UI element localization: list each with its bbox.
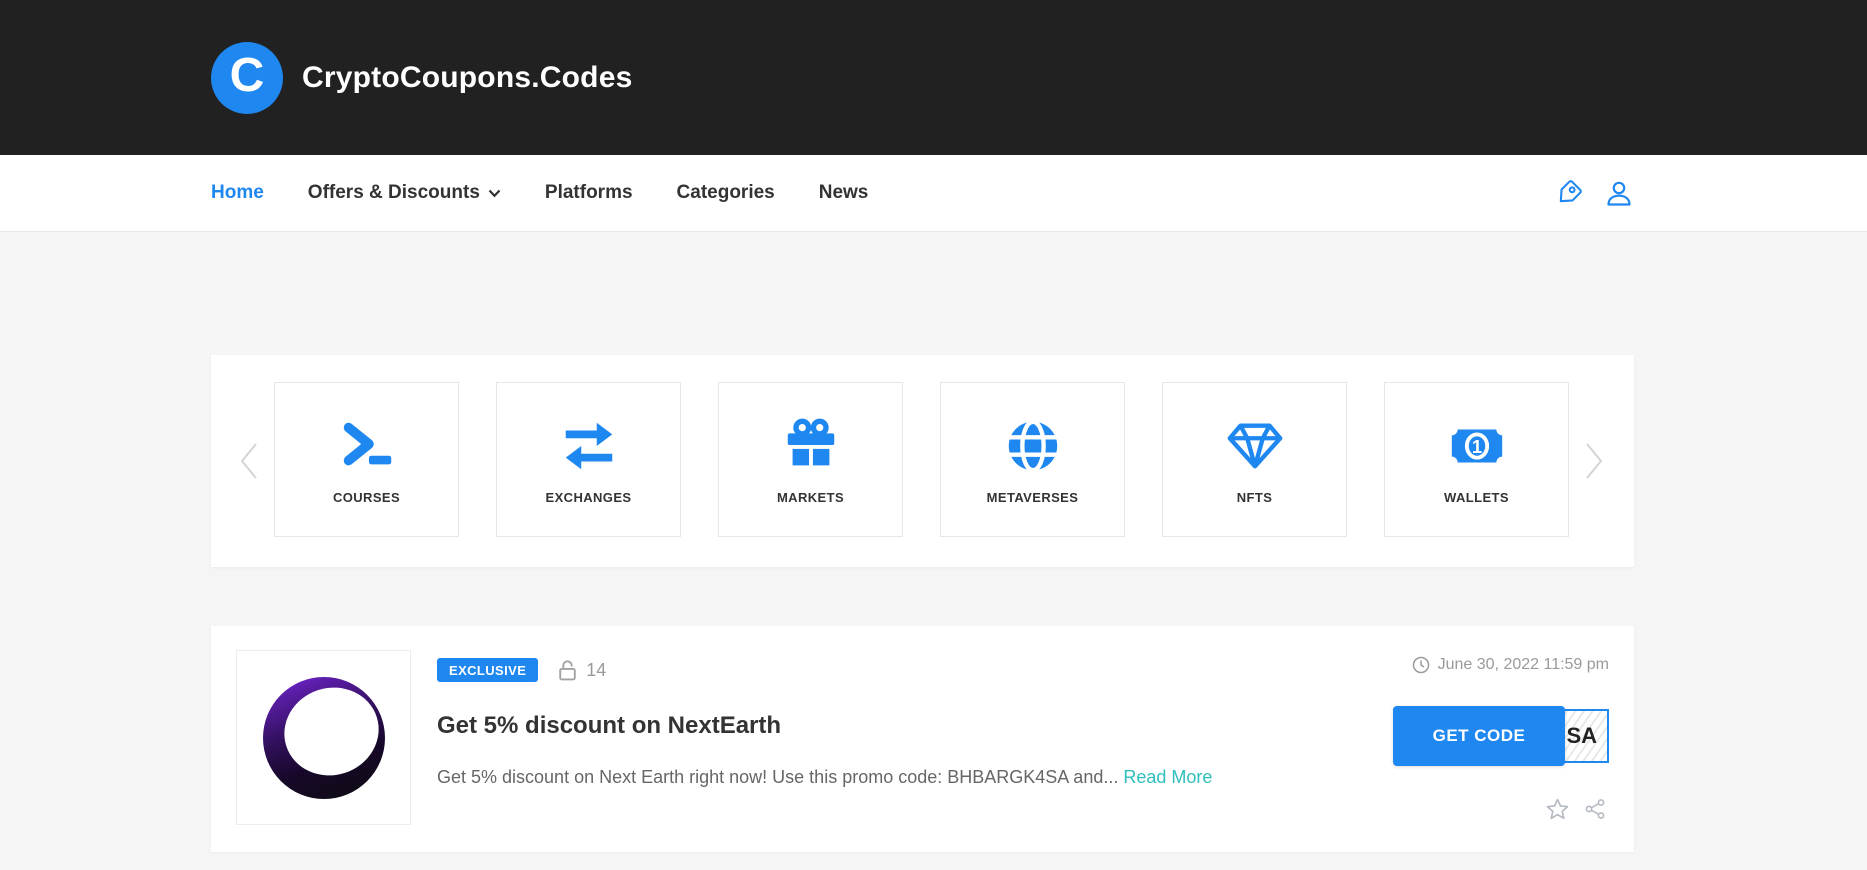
share-icon[interactable] xyxy=(1584,798,1606,820)
main-nav: Home Offers & Discounts Platforms Catego… xyxy=(0,155,1867,232)
site-header: C CryptoCoupons.Codes xyxy=(0,0,1867,155)
terminal-icon xyxy=(336,415,398,477)
deal-logo[interactable] xyxy=(236,650,411,825)
category-tile-wallets[interactable]: 1 WALLETS xyxy=(1384,382,1569,537)
category-label: COURSES xyxy=(333,490,400,505)
exclusive-badge: EXCLUSIVE xyxy=(437,658,538,682)
category-label: MARKETS xyxy=(777,490,844,505)
coupon-title: Get 5% discount on NextEarth xyxy=(437,712,1337,740)
category-tile-courses[interactable]: COURSES xyxy=(274,382,459,537)
category-carousel: COURSES EXCHANGES MARKETS xyxy=(211,355,1634,567)
uses-count: 14 xyxy=(586,660,606,681)
diamond-icon xyxy=(1224,415,1286,477)
exchange-arrows-icon xyxy=(558,415,620,477)
favorite-star-icon[interactable] xyxy=(1546,798,1569,820)
read-more-link[interactable]: Read More xyxy=(1123,767,1212,787)
description-text: Get 5% discount on Next Earth right now!… xyxy=(437,767,1118,787)
nav-label: Home xyxy=(211,182,264,204)
money-bill-icon: 1 xyxy=(1446,415,1508,477)
lock-icon xyxy=(556,658,579,682)
coupon-description: Get 5% discount on Next Earth right now!… xyxy=(437,767,1337,788)
nav-label: Offers & Discounts xyxy=(308,182,480,204)
nav-item-news[interactable]: News xyxy=(819,182,869,204)
nav-item-categories[interactable]: Categories xyxy=(677,182,775,204)
nav-item-offers-discounts[interactable]: Offers & Discounts xyxy=(308,182,501,204)
coupon-card: EXCLUSIVE 14 Get 5% discount on NextEart… xyxy=(211,626,1634,852)
clock-icon xyxy=(1412,656,1430,674)
get-code-button[interactable]: GET CODE xyxy=(1393,706,1565,766)
carousel-prev-icon[interactable] xyxy=(235,439,261,483)
nav-label: Categories xyxy=(677,182,775,204)
category-tile-nfts[interactable]: NFTS xyxy=(1162,382,1347,537)
category-tile-metaverses[interactable]: METAVERSES xyxy=(940,382,1125,537)
category-label: EXCHANGES xyxy=(546,490,632,505)
nextearth-logo-image xyxy=(263,677,385,799)
site-title: CryptoCoupons.Codes xyxy=(302,61,632,95)
gift-icon xyxy=(780,415,842,477)
nav-label: Platforms xyxy=(545,182,633,204)
nav-item-home[interactable]: Home xyxy=(211,182,264,204)
nav-item-platforms[interactable]: Platforms xyxy=(545,182,633,204)
uses-counter: 14 xyxy=(556,658,606,682)
chevron-down-icon xyxy=(488,189,501,198)
category-label: METAVERSES xyxy=(987,490,1079,505)
category-tile-markets[interactable]: MARKETS xyxy=(718,382,903,537)
coupon-code-widget: SA GET CODE xyxy=(1393,706,1609,766)
site-logo[interactable]: C CryptoCoupons.Codes xyxy=(211,42,632,114)
category-label: NFTS xyxy=(1237,490,1273,505)
globe-icon xyxy=(1002,415,1064,477)
tag-icon[interactable] xyxy=(1553,178,1584,209)
category-label: WALLETS xyxy=(1444,490,1509,505)
nav-label: News xyxy=(819,182,869,204)
logo-circle-icon: C xyxy=(211,42,283,114)
category-tile-exchanges[interactable]: EXCHANGES xyxy=(496,382,681,537)
logo-letter: C xyxy=(230,52,265,100)
svg-text:1: 1 xyxy=(1471,435,1481,456)
carousel-next-icon[interactable] xyxy=(1582,439,1608,483)
expiry-text: June 30, 2022 11:59 pm xyxy=(1438,656,1609,674)
expiry-date: June 30, 2022 11:59 pm xyxy=(1412,656,1609,674)
user-icon[interactable] xyxy=(1604,178,1634,208)
